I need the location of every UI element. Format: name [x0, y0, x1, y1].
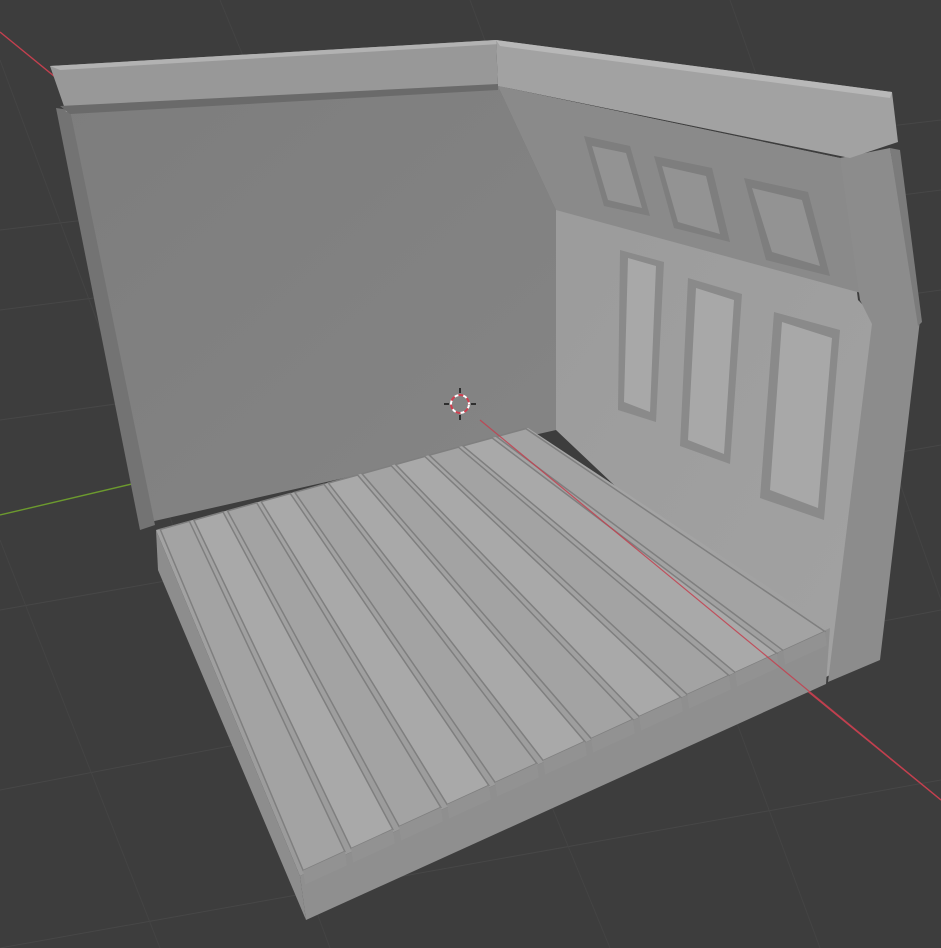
viewport-canvas[interactable]: [0, 0, 941, 948]
3d-viewport[interactable]: [0, 0, 941, 948]
